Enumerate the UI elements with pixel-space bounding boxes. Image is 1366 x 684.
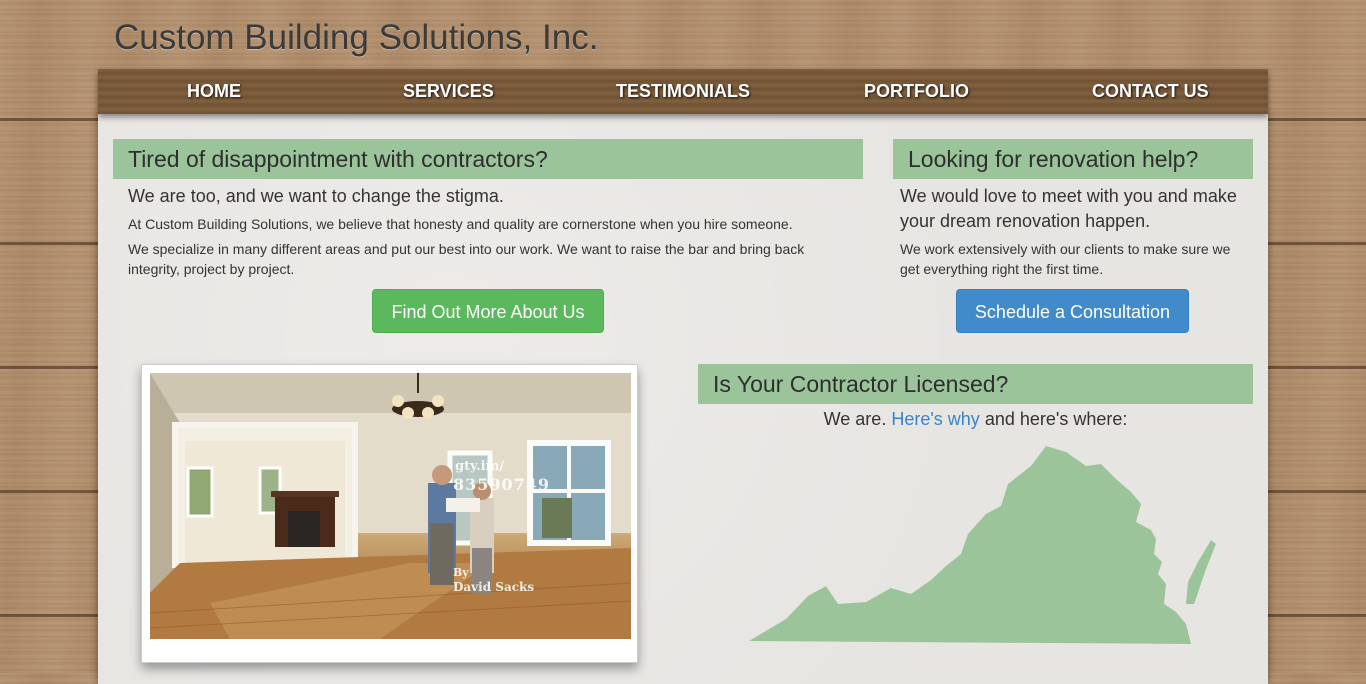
watermark-by: By (453, 566, 469, 579)
right-lead: We would love to meet with you and make … (900, 186, 1237, 231)
virginia-map-icon[interactable] (746, 444, 1221, 649)
left-para-1: At Custom Building Solutions, we believe… (128, 216, 793, 232)
main-content: Tired of disappointment with contractors… (98, 114, 1268, 684)
watermark-prefix: gty.im/ (455, 459, 505, 474)
main-navbar: HOME SERVICES TESTIMONIALS PORTFOLIO CON… (98, 69, 1268, 114)
left-lead: We are too, and we want to change the st… (128, 186, 504, 206)
find-out-more-button[interactable]: Find Out More About Us (372, 289, 604, 333)
nav-home[interactable]: HOME (187, 69, 241, 114)
watermark-id: 83590749 (453, 475, 551, 494)
licensed-text: We are. Here's why and here's where: (698, 409, 1253, 430)
heres-why-link[interactable]: Here's why (891, 409, 979, 429)
nav-portfolio[interactable]: PORTFOLIO (864, 69, 969, 114)
nav-testimonials[interactable]: TESTIMONIALS (616, 69, 750, 114)
left-heading: Tired of disappointment with contractors… (113, 139, 863, 179)
nav-services[interactable]: SERVICES (403, 69, 494, 114)
photo-frame: gty.im/ 83590749 By David Sacks (141, 364, 638, 663)
left-para-2: We specialize in many different areas an… (128, 241, 805, 277)
right-para: We work extensively with our clients to … (900, 241, 1231, 277)
site-title[interactable]: Custom Building Solutions, Inc. (114, 18, 598, 58)
right-heading: Looking for renovation help? (893, 139, 1253, 179)
licensed-text-after: and here's where: (984, 409, 1128, 429)
renovation-photo: gty.im/ 83590749 By David Sacks (150, 373, 631, 639)
watermark-author: David Sacks (453, 580, 535, 594)
nav-contact-us[interactable]: CONTACT US (1092, 69, 1209, 114)
licensed-text-before: We are. (823, 409, 887, 429)
licensed-heading: Is Your Contractor Licensed? (698, 364, 1253, 404)
schedule-consultation-button[interactable]: Schedule a Consultation (956, 289, 1189, 333)
room-illustration (150, 373, 631, 639)
